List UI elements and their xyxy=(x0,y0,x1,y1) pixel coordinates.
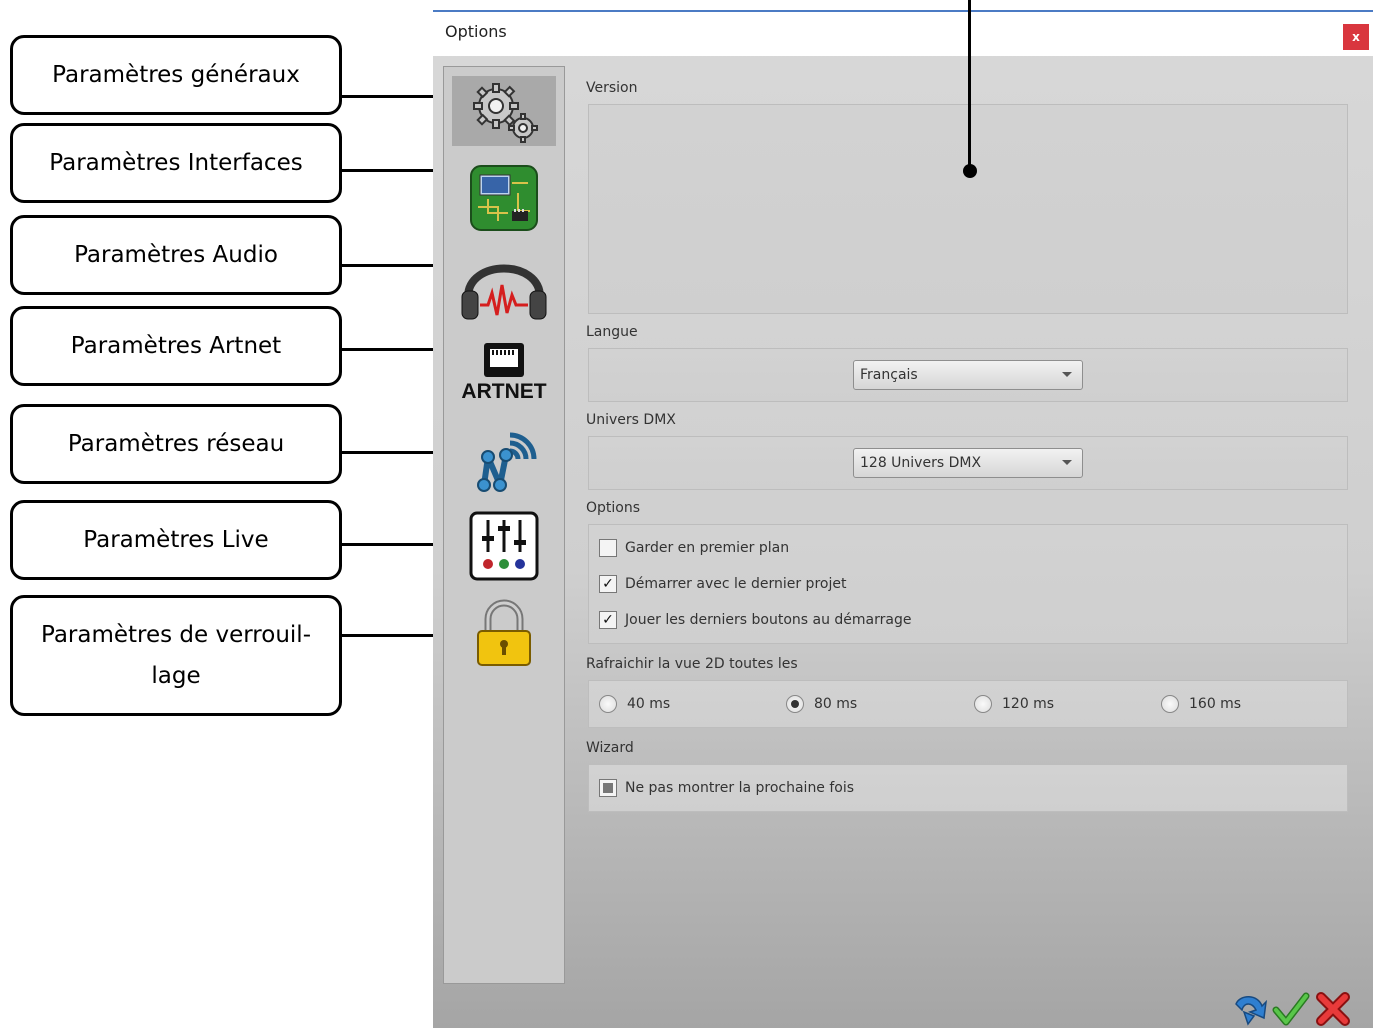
close-button[interactable]: x xyxy=(1343,24,1369,50)
leader-version xyxy=(968,0,971,170)
play-last-buttons-checkbox[interactable]: ✓ xyxy=(599,611,617,629)
sidebar-item-artnet[interactable]: ARTNET xyxy=(452,337,556,407)
radio-80ms-label: 80 ms xyxy=(814,696,858,712)
radio-160ms-label: 160 ms xyxy=(1189,696,1242,712)
artnet-icon-label: ARTNET xyxy=(461,380,547,403)
headphones-icon xyxy=(461,264,547,320)
option-keep-on-top[interactable]: Garder en premier plan xyxy=(599,539,789,557)
network-icon xyxy=(477,432,537,492)
option-play-last-buttons[interactable]: ✓ Jouer les derniers boutons au démarrag… xyxy=(599,611,911,629)
sidebar-item-live[interactable] xyxy=(452,511,556,581)
artnet-icon xyxy=(484,343,524,377)
option-open-last-project[interactable]: ✓ Démarrer avec le dernier projet xyxy=(599,575,846,593)
version-label: Version xyxy=(586,80,638,96)
dialog-footer-actions xyxy=(1230,990,1352,1028)
gears-icon xyxy=(473,83,538,143)
chevron-down-icon xyxy=(1062,460,1072,465)
callout-lock-label: Paramètres de verrouil-lage xyxy=(40,621,311,689)
circuit-board-icon xyxy=(470,165,538,231)
radio-40ms-label: 40 ms xyxy=(627,696,671,712)
wizard-dont-show-checkbox[interactable] xyxy=(599,779,617,797)
language-select[interactable]: Français xyxy=(853,360,1083,390)
wizard-dont-show[interactable]: Ne pas montrer la prochaine fois xyxy=(599,779,854,797)
sidebar-item-general[interactable] xyxy=(452,76,556,146)
callout-general: Paramètres généraux xyxy=(10,35,342,115)
keep-on-top-checkbox[interactable] xyxy=(599,539,617,557)
sidebar-item-lock[interactable] xyxy=(452,598,556,668)
callout-network-label: Paramètres réseau xyxy=(67,430,285,457)
refresh-option-40[interactable]: 40 ms xyxy=(599,695,670,713)
wizard-dont-show-label: Ne pas montrer la prochaine fois xyxy=(625,780,855,796)
callout-live: Paramètres Live xyxy=(10,500,342,580)
sidebar-item-network[interactable] xyxy=(452,424,556,494)
refresh-panel: 40 ms 80 ms 120 ms 160 ms xyxy=(588,680,1348,728)
options-dialog: Options x ARTNET Version Langue Français… xyxy=(433,10,1373,1028)
mixer-icon xyxy=(469,511,539,581)
callout-audio-label: Paramètres Audio xyxy=(74,241,278,268)
radio-120ms-label: 120 ms xyxy=(1002,696,1055,712)
dmx-panel: 128 Univers DMX xyxy=(588,436,1348,490)
callout-artnet: Paramètres Artnet xyxy=(10,306,342,386)
callout-artnet-label: Paramètres Artnet xyxy=(70,332,282,359)
cancel-x-icon[interactable] xyxy=(1314,990,1352,1028)
wizard-label: Wizard xyxy=(586,740,634,756)
radio-160ms[interactable] xyxy=(1161,695,1179,713)
dmx-label: Univers DMX xyxy=(586,412,676,428)
general-settings-panel: Version Langue Français Univers DMX 128 … xyxy=(586,66,1351,984)
reset-icon[interactable] xyxy=(1230,990,1268,1028)
sidebar-item-audio[interactable] xyxy=(452,250,556,320)
language-label: Langue xyxy=(586,324,638,340)
callout-live-label: Paramètres Live xyxy=(83,526,269,553)
dmx-select-value: 128 Univers DMX xyxy=(860,455,982,471)
keep-on-top-label: Garder en premier plan xyxy=(625,540,790,556)
chevron-down-icon xyxy=(1062,372,1072,377)
radio-40ms[interactable] xyxy=(599,695,617,713)
language-select-value: Français xyxy=(860,367,918,383)
radio-120ms[interactable] xyxy=(974,695,992,713)
open-last-project-label: Démarrer avec le dernier projet xyxy=(625,576,847,592)
ok-checkmark-icon[interactable] xyxy=(1272,990,1310,1028)
settings-sidebar: ARTNET xyxy=(443,66,565,984)
title-bar: Options x xyxy=(433,12,1373,56)
callout-interfaces-label: Paramètres Interfaces xyxy=(49,149,303,176)
lock-icon xyxy=(477,599,531,666)
dmx-select[interactable]: 128 Univers DMX xyxy=(853,448,1083,478)
play-last-buttons-label: Jouer les derniers boutons au démarrage xyxy=(625,612,912,628)
dialog-title: Options xyxy=(445,22,507,41)
refresh-option-80[interactable]: 80 ms xyxy=(786,695,857,713)
radio-80ms[interactable] xyxy=(786,695,804,713)
language-panel: Français xyxy=(588,348,1348,402)
open-last-project-checkbox[interactable]: ✓ xyxy=(599,575,617,593)
options-panel: Garder en premier plan ✓ Démarrer avec l… xyxy=(588,524,1348,644)
sidebar-item-interfaces[interactable] xyxy=(452,163,556,233)
callout-network: Paramètres réseau xyxy=(10,404,342,484)
callout-interfaces: Paramètres Interfaces xyxy=(10,123,342,203)
wizard-panel: Ne pas montrer la prochaine fois xyxy=(588,764,1348,812)
callout-lock: Paramètres de verrouil-lage xyxy=(10,595,342,716)
refresh-option-160[interactable]: 160 ms xyxy=(1161,695,1241,713)
leader-dot-version xyxy=(963,164,977,178)
options-label: Options xyxy=(586,500,641,516)
refresh-option-120[interactable]: 120 ms xyxy=(974,695,1054,713)
callout-audio: Paramètres Audio xyxy=(10,215,342,295)
callout-general-label: Paramètres généraux xyxy=(52,61,300,88)
refresh-label: Rafraichir la vue 2D toutes les xyxy=(586,656,798,672)
